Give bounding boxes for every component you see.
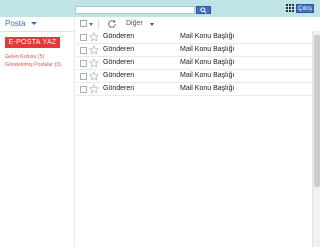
scrollbar-thumb[interactable] — [314, 35, 320, 187]
more-button[interactable]: Diğer — [126, 19, 143, 29]
mail-sender: Gönderen — [103, 72, 135, 79]
mail-row[interactable]: Gönderen Mail Konu Başlığı — [76, 44, 312, 57]
chevron-down-icon[interactable] — [150, 23, 154, 26]
sidebar: Posta E-POSTA YAZ Gelen Kutusu (5) Gönde… — [0, 17, 75, 247]
compose-button[interactable]: E-POSTA YAZ — [5, 37, 60, 48]
search-input[interactable] — [75, 6, 195, 14]
row-checkbox[interactable] — [80, 47, 87, 54]
grid-icon[interactable] — [286, 4, 294, 12]
row-checkbox[interactable] — [80, 86, 87, 93]
mail-subject: Mail Konu Başlığı — [180, 33, 235, 40]
mail-sender: Gönderen — [103, 33, 135, 40]
row-checkbox[interactable] — [80, 34, 87, 41]
mail-toolbar: Diğer — [76, 17, 320, 31]
mail-sender: Gönderen — [103, 85, 135, 92]
mail-row[interactable]: Gönderen Mail Konu Başlığı — [76, 83, 312, 96]
star-icon[interactable] — [89, 58, 99, 68]
mail-subject: Mail Konu Başlığı — [180, 59, 235, 66]
refresh-button[interactable] — [107, 19, 117, 29]
chevron-down-icon[interactable] — [31, 22, 37, 25]
mail-subject: Mail Konu Başlığı — [180, 85, 235, 92]
sidebar-title[interactable]: Posta — [5, 19, 25, 28]
mail-sender: Gönderen — [103, 59, 135, 66]
divider — [0, 31, 75, 32]
refresh-icon — [108, 20, 116, 28]
sidebar-item-sent[interactable]: Gönderilmiş Postalar (3) — [5, 62, 61, 68]
mail-row[interactable]: Gönderen Mail Konu Başlığı — [76, 70, 312, 83]
mail-sender: Gönderen — [103, 46, 135, 53]
select-dropdown-chevron-icon[interactable] — [89, 23, 93, 26]
logout-button[interactable]: Çıkış — [296, 4, 314, 13]
sidebar-item-inbox[interactable]: Gelen Kutusu (5) — [5, 54, 44, 60]
mail-row[interactable]: Gönderen Mail Konu Başlığı — [76, 57, 312, 70]
star-icon[interactable] — [89, 45, 99, 55]
search-icon — [200, 6, 207, 14]
star-icon[interactable] — [89, 84, 99, 94]
mail-subject: Mail Konu Başlığı — [180, 72, 235, 79]
mail-list: Gönderen Mail Konu Başlığı Gönderen Mail… — [76, 31, 312, 96]
row-checkbox[interactable] — [80, 73, 87, 80]
top-bar: Çıkış — [0, 0, 320, 17]
select-all-checkbox[interactable] — [80, 20, 87, 27]
star-icon[interactable] — [89, 32, 99, 42]
search-button[interactable] — [196, 6, 211, 14]
mail-row[interactable]: Gönderen Mail Konu Başlığı — [76, 31, 312, 44]
divider — [98, 19, 99, 29]
star-icon[interactable] — [89, 71, 99, 81]
scrollbar[interactable] — [312, 31, 320, 247]
row-checkbox[interactable] — [80, 60, 87, 67]
mail-subject: Mail Konu Başlığı — [180, 46, 235, 53]
